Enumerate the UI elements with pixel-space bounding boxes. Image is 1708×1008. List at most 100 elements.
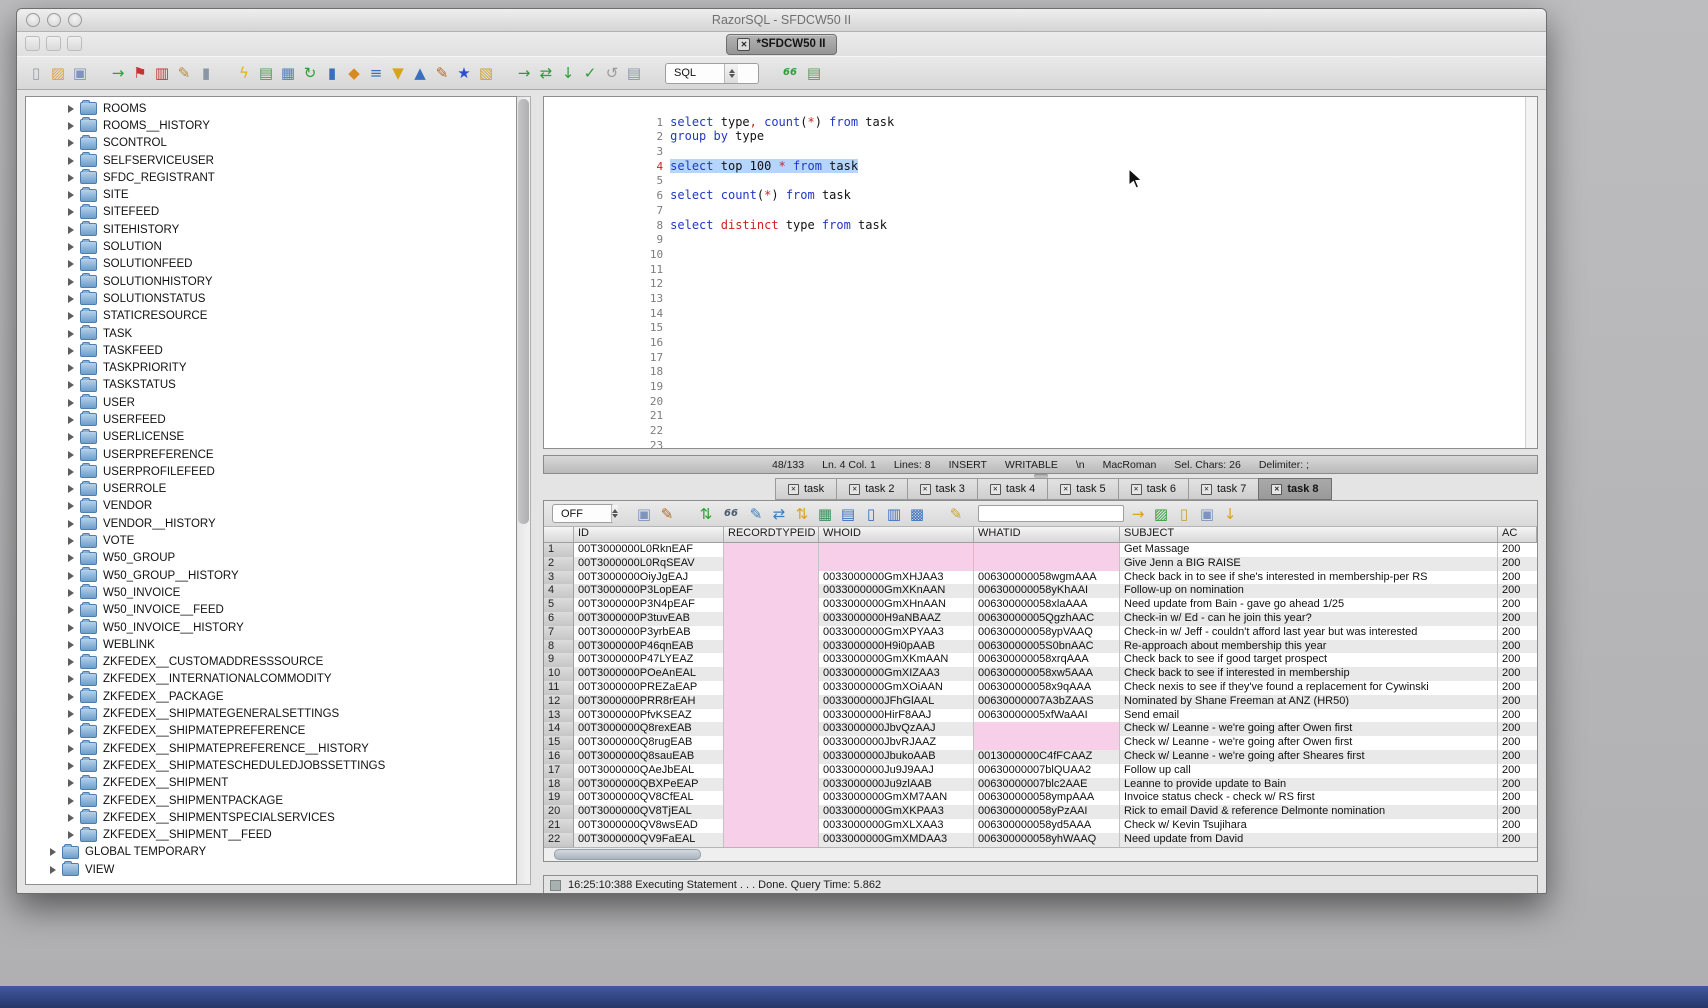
tree-item[interactable]: SOLUTIONSTATUS xyxy=(26,290,516,307)
cell-subject[interactable]: Check-in w/ Jeff - couldn't afford last … xyxy=(1120,626,1498,640)
save-icon[interactable]: ▣ xyxy=(71,64,89,82)
tree-item[interactable]: SOLUTIONFEED xyxy=(26,256,516,273)
row-number-cell[interactable]: 5 xyxy=(544,598,574,612)
expand-arrow-icon[interactable] xyxy=(68,278,74,286)
row-number-cell[interactable]: 2 xyxy=(544,557,574,571)
cell-recordtypeid[interactable] xyxy=(724,695,819,709)
table-row[interactable]: 10 00T3000000POeAnEAL 0033000000GmXIZAA3… xyxy=(544,667,1537,681)
cell-subject[interactable]: Check back to see if good target prospec… xyxy=(1120,653,1498,667)
cell-whoid[interactable]: 0033000000H9aNBAAZ xyxy=(819,612,974,626)
tree-item[interactable]: W50_GROUP__HISTORY xyxy=(26,567,516,584)
expand-arrow-icon[interactable] xyxy=(68,572,74,580)
tree-item[interactable]: SOLUTION xyxy=(26,238,516,255)
tree-item[interactable]: ZKFEDEX__SHIPMENTSPECIALSERVICES xyxy=(26,809,516,826)
cell-whatid[interactable]: 006300000058yKhAAI xyxy=(974,584,1120,598)
column-header-whoid[interactable]: WHOID xyxy=(819,527,974,542)
cell-whoid[interactable]: 0033000000GmXIZAA3 xyxy=(819,667,974,681)
cell-subject[interactable]: Need update from David xyxy=(1120,833,1498,847)
view-log-icon[interactable]: ▤ xyxy=(625,64,643,82)
tree-item[interactable]: WEBLINK xyxy=(26,636,516,653)
expand-arrow-icon[interactable] xyxy=(68,762,74,770)
result-tab[interactable]: ✕ task 7 xyxy=(1188,478,1258,500)
cell-recordtypeid[interactable] xyxy=(724,640,819,654)
expand-arrow-icon[interactable] xyxy=(68,589,74,597)
cell-ac[interactable]: 200 xyxy=(1498,571,1537,585)
copy-results-icon[interactable]: ▥ xyxy=(885,505,903,523)
cell-whoid[interactable]: 0033000000Ju9J9AAJ xyxy=(819,764,974,778)
database-browser-icon[interactable]: ▮ xyxy=(323,64,341,82)
sql-mode-select[interactable]: SQL xyxy=(665,63,759,84)
cell-whatid[interactable] xyxy=(974,543,1120,557)
expand-arrow-icon[interactable] xyxy=(68,295,74,303)
tree-item[interactable]: USERPREFERENCE xyxy=(26,446,516,463)
tree-item[interactable]: SITEHISTORY xyxy=(26,221,516,238)
expand-arrow-icon[interactable] xyxy=(68,537,74,545)
tree-item[interactable]: USER xyxy=(26,394,516,411)
result-tab[interactable]: ✕ task xyxy=(775,478,836,500)
row-number-cell[interactable]: 18 xyxy=(544,778,574,792)
column-header-whatid[interactable]: WHATID xyxy=(974,527,1120,542)
cell-id[interactable]: 00T3000000P3tuvEAB xyxy=(574,612,724,626)
tree-item[interactable]: VIEW xyxy=(26,861,516,878)
result-tab[interactable]: ✕ task 4 xyxy=(977,478,1047,500)
table-row[interactable]: 18 00T3000000QBXPeEAP 0033000000Ju9zlAAB… xyxy=(544,778,1537,792)
expand-arrow-icon[interactable] xyxy=(68,554,74,562)
cell-recordtypeid[interactable] xyxy=(724,709,819,723)
expand-arrow-icon[interactable] xyxy=(50,866,56,874)
cell-subject[interactable]: Check w/ Leanne - we're going after Owen… xyxy=(1120,722,1498,736)
expand-arrow-icon[interactable] xyxy=(68,330,74,338)
cell-id[interactable]: 00T3000000L0RknEAF xyxy=(574,543,724,557)
stepper-icon[interactable] xyxy=(724,64,738,83)
cell-id[interactable]: 00T3000000Q8sauEAB xyxy=(574,750,724,764)
expand-arrow-icon[interactable] xyxy=(68,174,74,182)
result-tab[interactable]: ✕ task 5 xyxy=(1047,478,1117,500)
refresh-results-icon[interactable]: ⇅ xyxy=(697,505,715,523)
column-header-subject[interactable]: SUBJECT xyxy=(1120,527,1498,542)
tree-item[interactable]: USERLICENSE xyxy=(26,429,516,446)
row-number-cell[interactable]: 13 xyxy=(544,709,574,723)
expand-arrow-icon[interactable] xyxy=(68,624,74,632)
export-table-icon[interactable]: ▧ xyxy=(477,64,495,82)
tree-item[interactable]: TASKFEED xyxy=(26,342,516,359)
editor-scrollbar[interactable] xyxy=(1525,97,1537,448)
cell-whoid[interactable]: 0033000000GmXMDAA3 xyxy=(819,833,974,847)
cell-whatid[interactable]: 006300000058ypVAAQ xyxy=(974,626,1120,640)
cell-id[interactable]: 00T3000000PfvKSEAZ xyxy=(574,709,724,723)
tree-item[interactable]: VENDOR__HISTORY xyxy=(26,515,516,532)
expand-arrow-icon[interactable] xyxy=(68,226,74,234)
expand-arrow-icon[interactable] xyxy=(50,848,56,856)
table-row[interactable]: 15 00T3000000Q8rugEAB 0033000000JbvRJAAZ… xyxy=(544,736,1537,750)
cell-whatid[interactable]: 00630000005xfWaAAI xyxy=(974,709,1120,723)
cell-id[interactable]: 00T3000000P3yrbEAB xyxy=(574,626,724,640)
copy-table-icon[interactable]: ▥ xyxy=(153,64,171,82)
tree-item[interactable]: SITE xyxy=(26,186,516,203)
results-grid-icon[interactable]: ▤ xyxy=(805,64,823,82)
cell-whatid[interactable] xyxy=(974,557,1120,571)
cell-ac[interactable]: 200 xyxy=(1498,612,1537,626)
table-row[interactable]: 17 00T3000000QAeJbEAL 0033000000Ju9J9AAJ… xyxy=(544,764,1537,778)
expand-arrow-icon[interactable] xyxy=(68,364,74,372)
cell-whatid[interactable]: 00630000005S0bnAAC xyxy=(974,640,1120,654)
expand-arrow-icon[interactable] xyxy=(68,745,74,753)
tree-item[interactable]: W50_INVOICE__HISTORY xyxy=(26,619,516,636)
insert-row-icon[interactable]: ⇄ xyxy=(770,505,788,523)
cell-id[interactable]: 00T3000000Q8rexEAB xyxy=(574,722,724,736)
expand-arrow-icon[interactable] xyxy=(68,191,74,199)
cell-recordtypeid[interactable] xyxy=(724,791,819,805)
tree-item[interactable]: ZKFEDEX__SHIPMATESCHEDULEDJOBSSETTINGS xyxy=(26,757,516,774)
cell-whatid[interactable] xyxy=(974,736,1120,750)
table-row[interactable]: 19 00T3000000QV8CfEAL 0033000000GmXM7AAN… xyxy=(544,791,1537,805)
cell-whatid[interactable]: 006300000058xw5AAA xyxy=(974,667,1120,681)
cell-whoid[interactable]: 0033000000GmXLXAA3 xyxy=(819,819,974,833)
expand-arrow-icon[interactable] xyxy=(68,381,74,389)
go-forward-icon[interactable]: → xyxy=(515,64,533,82)
tree-item[interactable]: USERPROFILEFEED xyxy=(26,463,516,480)
row-number-cell[interactable]: 14 xyxy=(544,722,574,736)
cell-whoid[interactable]: 0033000000H9i0pAAB xyxy=(819,640,974,654)
cell-ac[interactable]: 200 xyxy=(1498,653,1537,667)
expand-arrow-icon[interactable] xyxy=(68,347,74,355)
cell-ac[interactable]: 200 xyxy=(1498,791,1537,805)
tree-item[interactable]: ZKFEDEX__CUSTOMADDRESSSOURCE xyxy=(26,654,516,671)
cell-recordtypeid[interactable] xyxy=(724,612,819,626)
expand-arrow-icon[interactable] xyxy=(68,727,74,735)
